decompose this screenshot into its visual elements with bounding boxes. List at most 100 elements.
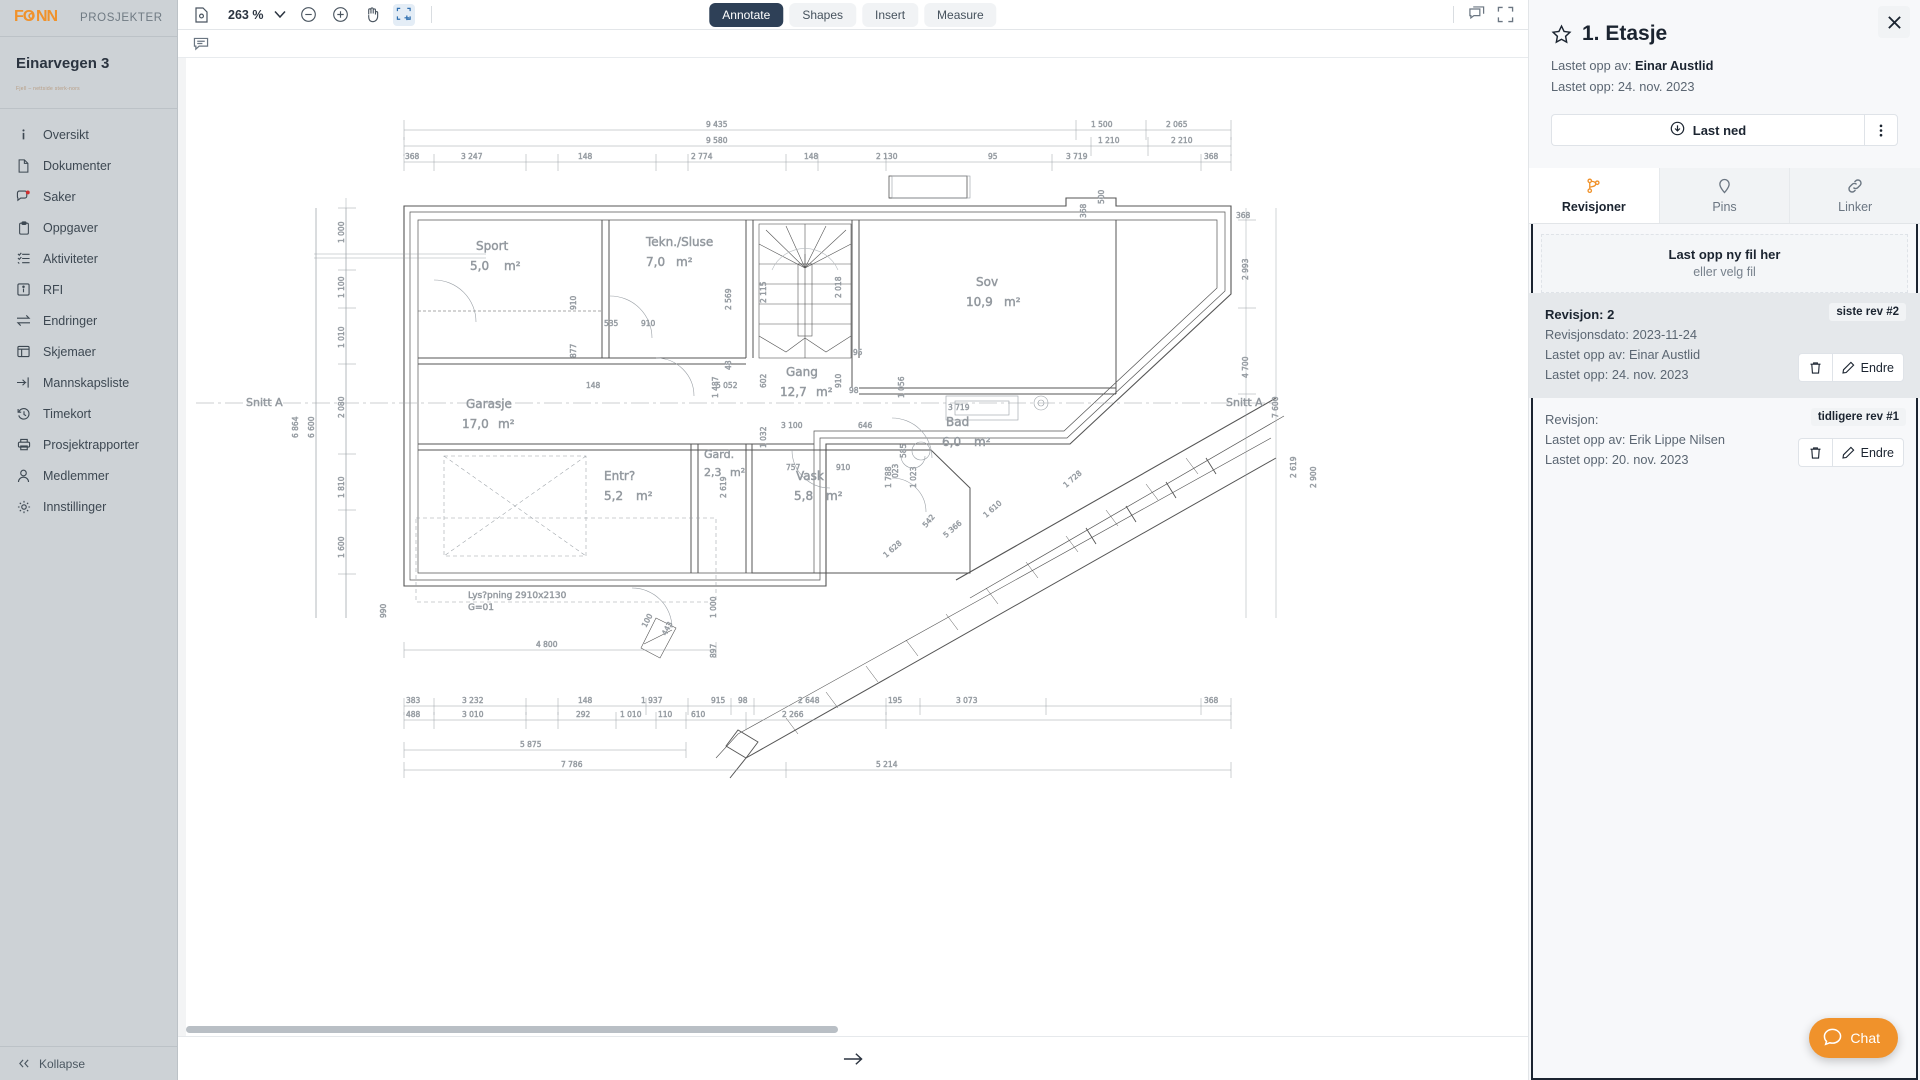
svg-text:FO: FO (14, 8, 35, 24)
close-panel-button[interactable] (1878, 6, 1910, 38)
status-badge: tidligere rev #1 (1810, 408, 1906, 426)
svg-text:1 056: 1 056 (897, 376, 906, 398)
fonn-logo[interactable]: FO NN (14, 7, 60, 30)
dropzone-subtitle[interactable]: eller velg fil (1542, 265, 1907, 279)
tab-measure[interactable]: Measure (924, 2, 997, 27)
fullscreen-icon[interactable] (1494, 4, 1516, 26)
sidebar-item-rfi[interactable]: RFI (0, 274, 177, 305)
zoom-in-button[interactable] (329, 4, 351, 26)
edit-revision-button[interactable]: Endre (1831, 353, 1904, 382)
revision-item[interactable]: siste rev #2 Revisjon: 2 Revisjonsdato: … (1529, 293, 1920, 398)
svg-text:9 580: 9 580 (706, 136, 728, 145)
tab-pins[interactable]: Pins (1659, 168, 1791, 223)
svg-text:2 569: 2 569 (724, 288, 733, 310)
revision-uploaded-by: Lastet opp av: Einar Austlid (1545, 347, 1701, 362)
svg-text:3 247: 3 247 (461, 152, 483, 161)
svg-text:m²: m² (636, 489, 653, 503)
download-cloud-icon (1670, 121, 1685, 139)
sidebar-item-dokumenter[interactable]: Dokumenter (0, 150, 177, 181)
star-icon[interactable] (1551, 23, 1572, 45)
room-name: Sport (476, 239, 509, 253)
sidebar-item-label: Innstillinger (43, 499, 107, 514)
sidebar-item-medlemmer[interactable]: Medlemmer (0, 460, 177, 491)
delete-revision-button[interactable] (1797, 438, 1832, 467)
scrollbar-thumb[interactable] (186, 1026, 838, 1033)
svg-text:195: 195 (888, 696, 903, 705)
room-name: Garasje (466, 397, 512, 411)
svg-text:610: 610 (691, 710, 706, 719)
revision-item[interactable]: tidligere rev #1 Revisjon: Lastet opp av… (1529, 398, 1920, 483)
upload-dropzone[interactable]: Last opp ny fil her eller velg fil (1541, 234, 1908, 293)
svg-text:500: 500 (1097, 189, 1106, 204)
zoom-out-button[interactable] (297, 4, 319, 26)
sidebar-item-label: Medlemmer (43, 468, 109, 483)
svg-text:1 600: 1 600 (337, 536, 346, 558)
svg-text:897: 897 (709, 643, 718, 658)
sidebar-item-oversikt[interactable]: Oversikt (0, 119, 177, 150)
svg-text:3 010: 3 010 (462, 710, 484, 719)
sidebar-item-label: Skjemaer (43, 344, 96, 359)
svg-text:2 266: 2 266 (782, 710, 804, 719)
svg-text:6 864: 6 864 (291, 416, 300, 438)
tab-insert[interactable]: Insert (862, 2, 919, 27)
tab-shapes[interactable]: Shapes (789, 2, 857, 27)
revision-info: Revisjon: 2 Revisjonsdato: 2023-11-24 La… (1545, 307, 1798, 382)
svg-text:1 000: 1 000 (709, 596, 718, 618)
svg-text:3 232: 3 232 (462, 696, 484, 705)
sidebar-item-label: Timekort (43, 406, 92, 421)
svg-text:1 010: 1 010 (337, 326, 346, 348)
sidebar-item-aktiviteter[interactable]: Aktiviteter (0, 243, 177, 274)
details-panel: 1. Etasje Lastet opp av: Einar Austlid L… (1528, 0, 1920, 1080)
sidebar-item-timekort[interactable]: Timekort (0, 398, 177, 429)
dimensions-inner: 910 877 535 910 2 569 48 2 115 602 1 032… (569, 276, 970, 637)
sidebar-item-endringer[interactable]: Endringer (0, 305, 177, 336)
comment-stack-icon[interactable] (1466, 4, 1488, 26)
tab-annotate[interactable]: Annotate (709, 2, 784, 27)
pan-tool-button[interactable] (361, 4, 383, 26)
comment-icon[interactable] (190, 33, 212, 55)
toolbar-divider (431, 6, 433, 23)
sidebar-item-saker[interactable]: Saker (0, 181, 177, 212)
branch-icon (1529, 178, 1659, 194)
marquee-select-button[interactable] (393, 3, 416, 26)
tab-linker[interactable]: Linker (1790, 168, 1920, 223)
svg-text:7 786: 7 786 (561, 760, 583, 769)
svg-text:2 993: 2 993 (1241, 258, 1250, 280)
svg-text:m²: m² (1004, 295, 1021, 309)
svg-text:646: 646 (858, 421, 873, 430)
svg-text:3 100: 3 100 (781, 421, 803, 430)
uploaded-by-value: Einar Austlid (1634, 58, 1714, 73)
sidebar-item-mannskapsliste[interactable]: Mannskapsliste (0, 367, 177, 398)
sidebar-item-oppgaver[interactable]: Oppgaver (0, 212, 177, 243)
project-subtitle: Fjell – nettside sterk-nors (16, 86, 80, 92)
list-check-icon (16, 251, 31, 266)
sidebar: FO NN PROSJEKTER Einarvegen 3 Fjell – ne… (0, 0, 178, 1080)
drawing-page[interactable]: 9 435 1 500 2 065 9 580 1 210 2 210 368 … (186, 58, 1528, 1050)
tab-revisjoner[interactable]: Revisjoner (1529, 168, 1660, 223)
top-nav-prosjekter[interactable]: PROSJEKTER (80, 12, 163, 24)
page-settings-icon[interactable] (190, 4, 212, 26)
svg-text:2 774: 2 774 (691, 152, 713, 161)
svg-text:5 214: 5 214 (876, 760, 898, 769)
door-swings (433, 279, 933, 629)
sidebar-item-prosjektrapporter[interactable]: Prosjektrapporter (0, 429, 177, 460)
svg-text:95: 95 (853, 348, 863, 357)
chevron-down-icon[interactable] (273, 8, 287, 22)
dimension-chain-top: 9 435 1 500 2 065 9 580 1 210 2 210 368 … (403, 120, 1232, 171)
download-button[interactable]: Last ned (1551, 114, 1864, 146)
dropzone-title: Last opp ny fil her (1668, 247, 1781, 262)
collapse-button[interactable]: Kollapse (0, 1046, 177, 1080)
form-icon (16, 344, 31, 359)
sidebar-item-skjemaer[interactable]: Skjemaer (0, 336, 177, 367)
chat-button[interactable]: Chat (1809, 1018, 1898, 1058)
sidebar-item-innstillinger[interactable]: Innstillinger (0, 491, 177, 522)
edit-revision-button[interactable]: Endre (1831, 438, 1904, 467)
delete-revision-button[interactable] (1797, 353, 1832, 382)
uploaded-on-value: 24. nov. 2023 (1617, 79, 1695, 94)
svg-text:4 800: 4 800 (536, 640, 558, 649)
canvas-area[interactable]: 9 435 1 500 2 065 9 580 1 210 2 210 368 … (178, 58, 1528, 1080)
horizontal-scrollbar[interactable] (186, 1026, 1528, 1033)
more-options-button[interactable] (1864, 114, 1898, 146)
next-page-button[interactable] (838, 1047, 868, 1071)
svg-text:990: 990 (379, 603, 388, 618)
